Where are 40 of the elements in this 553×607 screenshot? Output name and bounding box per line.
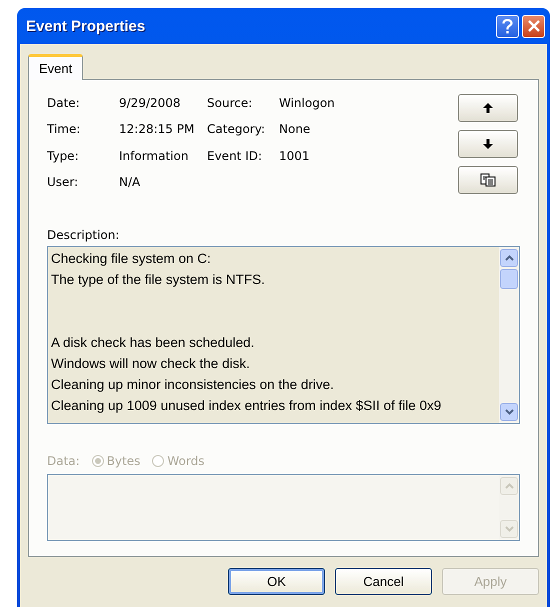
- previous-button[interactable]: [458, 94, 518, 122]
- up-arrow-icon: [483, 103, 493, 113]
- question-mark-icon: [502, 18, 513, 34]
- window-title: Event Properties: [26, 18, 146, 34]
- field-value: Information: [119, 148, 190, 164]
- field-value: 9/29/2008: [119, 96, 182, 112]
- close-icon: [528, 20, 540, 32]
- scroll-up-button[interactable]: [500, 249, 518, 267]
- description-box[interactable]: [47, 246, 520, 424]
- copy-button[interactable]: [458, 166, 518, 194]
- field-label: Source:: [207, 96, 254, 112]
- scroll-down-button[interactable]: [500, 403, 518, 421]
- field-label: Time:: [47, 122, 82, 138]
- field-label: Event ID:: [207, 148, 264, 164]
- field-value: 1001: [279, 148, 311, 164]
- data-label: Data:: [47, 454, 80, 468]
- close-button[interactable]: [522, 14, 545, 38]
- help-button[interactable]: [496, 14, 519, 38]
- next-button[interactable]: [458, 130, 518, 158]
- scrollbar[interactable]: [499, 247, 519, 423]
- scroll-thumb[interactable]: [500, 269, 518, 289]
- chevron-down-icon: [504, 526, 514, 532]
- chevron-up-icon: [504, 255, 514, 261]
- field-label: Date:: [47, 96, 81, 112]
- field-value: None: [279, 122, 312, 138]
- dialog-button[interactable]: OK: [228, 568, 325, 595]
- field-label: User:: [47, 174, 80, 191]
- field-value: Winlogon: [279, 96, 335, 112]
- field-value: N/A: [119, 174, 142, 191]
- description-text: Checking file system on C: The type of the file system is NTFS. A disk check has been scheduled. Windows will now check the disk. Cleaning up minor inconsistencies on the drive. Cleaning up 1009 unused index entries from index $SII of file 0x9: [50, 250, 442, 415]
- chevron-down-icon: [504, 409, 514, 415]
- dialog-button[interactable]: Cancel: [335, 568, 432, 595]
- tab[interactable]: Event: [28, 54, 84, 80]
- chevron-up-icon: [504, 483, 514, 489]
- description-label: Description:: [47, 228, 120, 242]
- field-label: Type:: [47, 148, 80, 164]
- copy-icon: [480, 173, 496, 187]
- field-value: 12:28:15 PM: [119, 122, 196, 138]
- down-arrow-icon: [483, 139, 493, 149]
- field-label: Category:: [207, 122, 266, 138]
